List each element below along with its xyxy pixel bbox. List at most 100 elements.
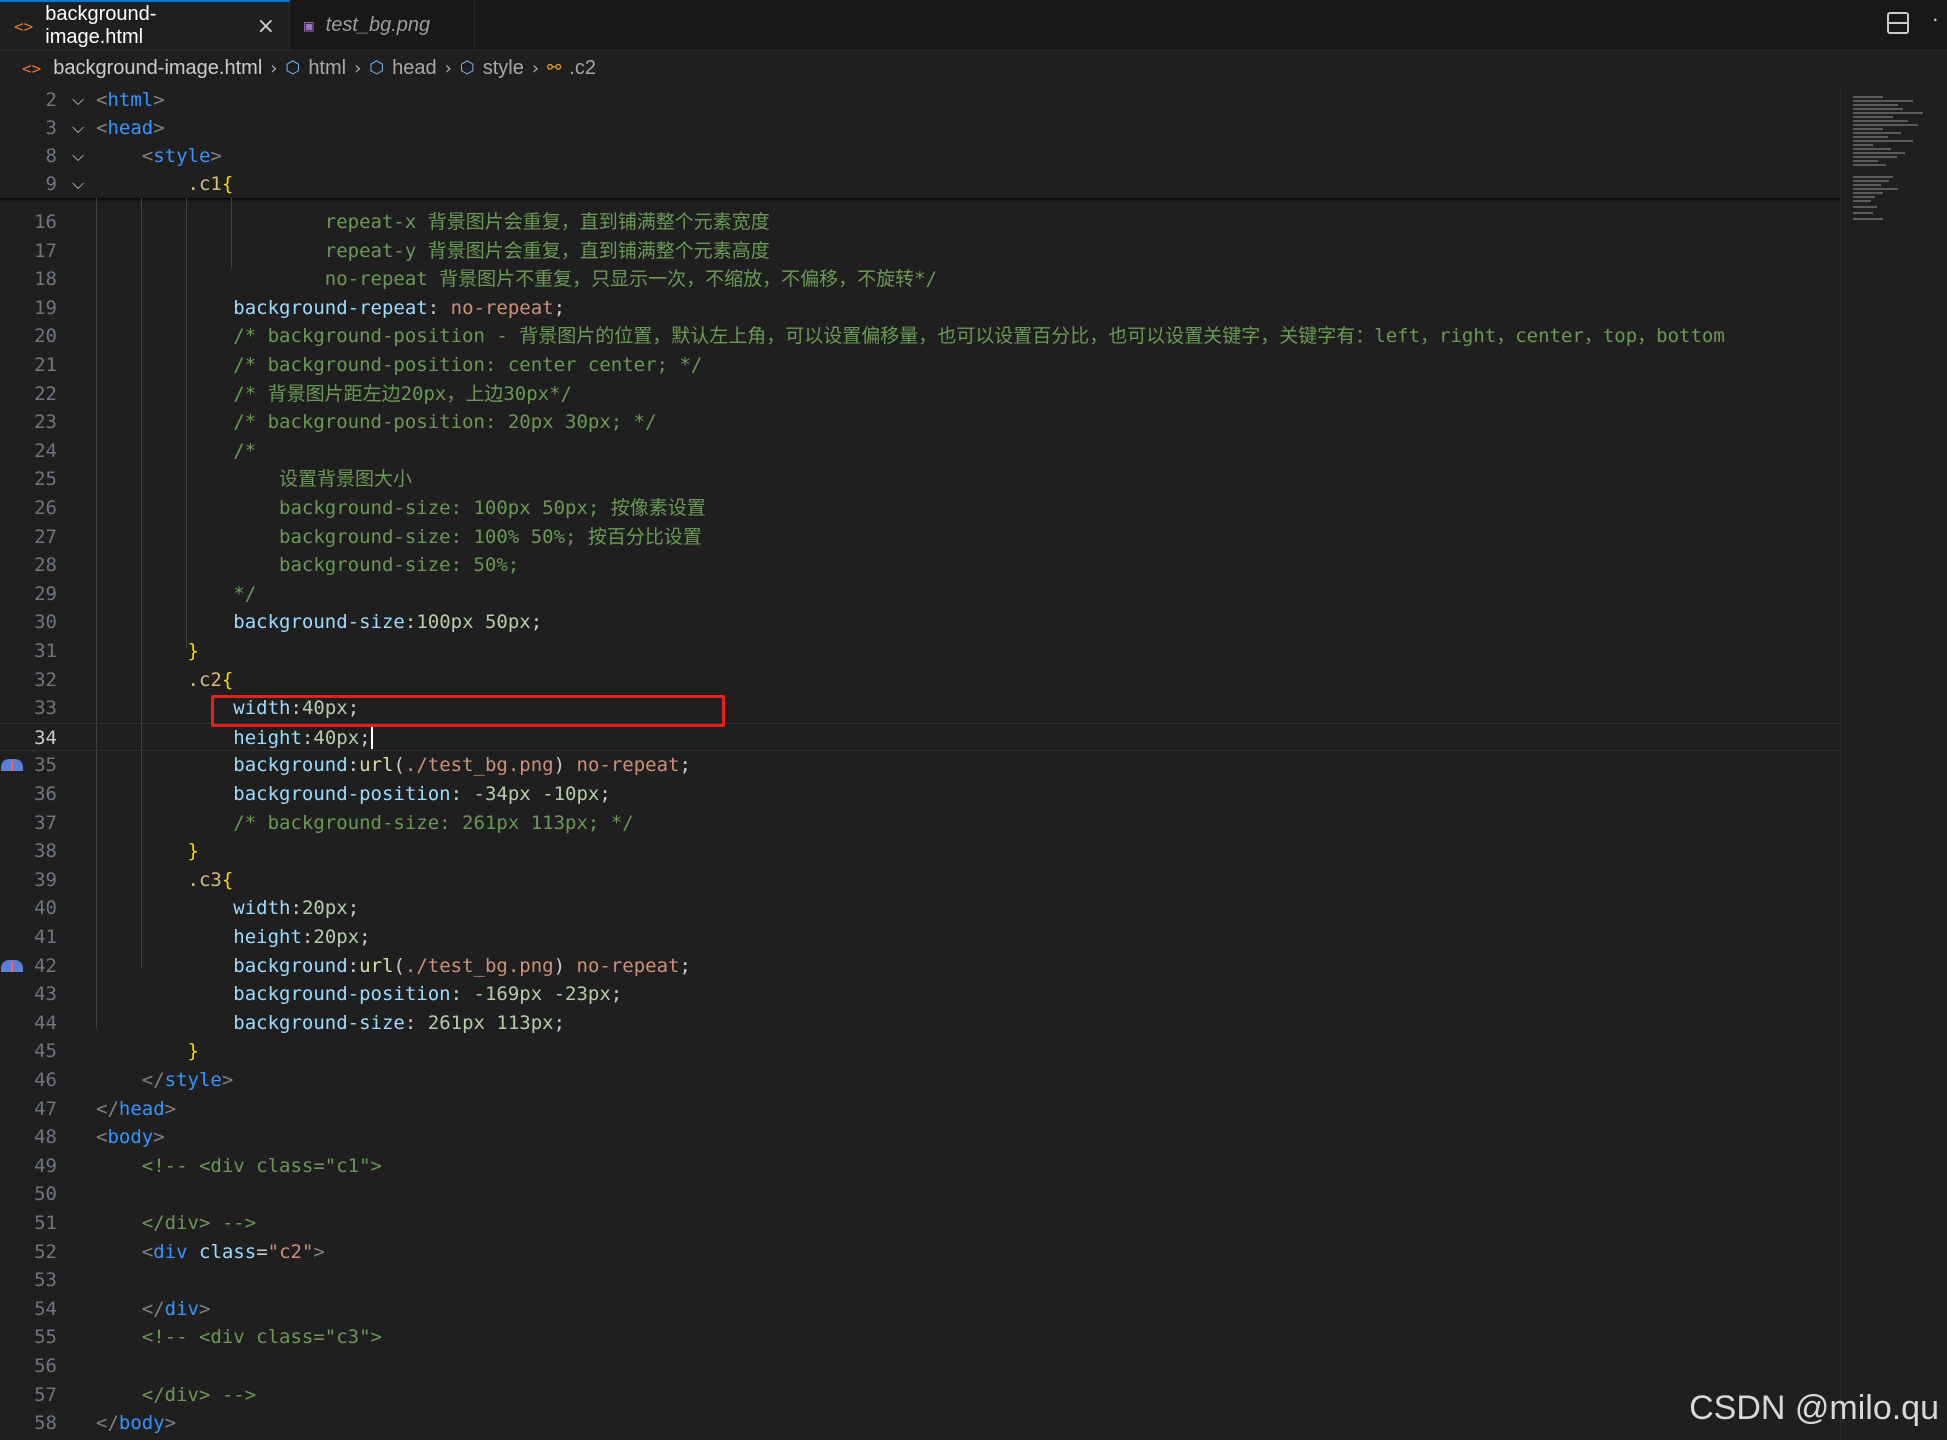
minimap[interactable] — [1840, 86, 1947, 1440]
code-line[interactable]: 3 ⌵ <head> — [0, 114, 1840, 142]
code-text: </body> — [96, 1409, 176, 1437]
code-line[interactable]: 37 /* background-size: 261px 113px; */ — [0, 809, 1840, 837]
code-line[interactable]: 36 background-position: -34px -10px; — [0, 780, 1840, 808]
breadcrumb-item-head[interactable]: ⬡ head — [369, 57, 436, 80]
chevron-down-icon[interactable]: ⌵ — [72, 114, 92, 142]
code-line[interactable]: 57 </div> --> — [0, 1381, 1840, 1409]
code-line[interactable]: 45 } — [0, 1037, 1840, 1065]
code-line[interactable]: 52 <div class="c2"> — [0, 1238, 1840, 1266]
tab-background-image-html[interactable]: <> background-image.html × — [0, 0, 290, 50]
line-number: 24 — [34, 439, 57, 462]
code-token: > — [164, 1412, 177, 1435]
breadcrumb-item-c2[interactable]: ⚯ .c2 — [547, 57, 596, 80]
code-line[interactable]: 8 ⌵ <style> — [0, 142, 1840, 170]
code-token: ) — [553, 754, 577, 777]
code-token: /* background-position: 20px 30px; */ — [233, 411, 657, 434]
chevron-down-icon[interactable]: ⌵ — [72, 142, 92, 170]
code-token: 20px — [301, 897, 348, 920]
code-line[interactable]: 47 </head> — [0, 1095, 1840, 1123]
code-line[interactable]: 21 /* background-position: center center… — [0, 351, 1840, 379]
code-line[interactable]: 26 background-size: 100px 50px; 按像素设置 — [0, 494, 1840, 522]
code-line[interactable]: 17 repeat-y 背景图片会重复，直到铺满整个元素高度 — [0, 237, 1840, 265]
code-line[interactable]: 43 background-position: -169px -23px; — [0, 980, 1840, 1008]
code-token: < — [141, 145, 154, 167]
code-line[interactable]: 30 background-size:100px 50px; — [0, 608, 1840, 636]
code-token: { — [221, 668, 234, 691]
split-editor-icon[interactable] — [1887, 12, 1909, 34]
code-line[interactable]: 23 /* background-position: 20px 30px; */ — [0, 408, 1840, 436]
tab-test-bg-png[interactable]: ▣ test_bg.png — [290, 0, 475, 50]
code-text: repeat-x 背景图片会重复，直到铺满整个元素宽度 — [96, 208, 770, 236]
code-line[interactable]: 56 — [0, 1352, 1840, 1380]
line-number: 17 — [34, 239, 57, 262]
code-line[interactable]: 31 } — [0, 637, 1840, 665]
code-line[interactable]: 24 /* — [0, 437, 1840, 465]
code-line[interactable]: 28 background-size: 50%; — [0, 551, 1840, 579]
sticky-scroll-header[interactable]: 2 ⌵ <html> 3 ⌵ <head> 8 ⌵ <style> 9 ⌵ .c1{ — [0, 86, 1840, 198]
code-token: ; — [553, 296, 566, 319]
image-preview-gutter-icon[interactable] — [1, 959, 23, 972]
minimap-line — [1853, 108, 1903, 110]
more-actions-icon[interactable]: · — [1932, 6, 1939, 32]
code-line[interactable]: 9 ⌵ .c1{ — [0, 170, 1840, 198]
chevron-right-icon: › — [531, 57, 540, 79]
code-line[interactable]: 35 background:url(./test_bg.png) no-repe… — [0, 751, 1840, 779]
chevron-down-icon[interactable]: ⌵ — [72, 86, 92, 114]
code-line[interactable]: 49 <!-- <div class="c1"> — [0, 1152, 1840, 1180]
code-line[interactable]: 38 } — [0, 837, 1840, 865]
code-line[interactable]: 55 <!-- <div class="c3"> — [0, 1323, 1840, 1351]
code-line[interactable]: 40 width:20px; — [0, 894, 1840, 922]
breadcrumb-item-style[interactable]: ⬡ style — [460, 57, 524, 80]
code-line[interactable]: 39 .c3{ — [0, 866, 1840, 894]
close-icon[interactable]: × — [257, 14, 275, 39]
breadcrumb-item-file[interactable]: <> background-image.html — [22, 57, 262, 80]
minimap-line — [1853, 132, 1901, 134]
code-token: repeat-x 背景图片会重复，直到铺满整个元素宽度 — [324, 211, 770, 233]
breadcrumb-item-html[interactable]: ⬡ html — [285, 57, 346, 80]
code-token: ; — [347, 897, 360, 920]
code-line[interactable]: 46 </style> — [0, 1066, 1840, 1094]
code-line[interactable]: 20 /* background-position - 背景图片的位置，默认左上… — [0, 322, 1840, 350]
code-line[interactable]: 18 no-repeat 背景图片不重复，只显示一次，不缩放，不偏移，不旋转*/ — [0, 265, 1840, 293]
line-number: 40 — [34, 897, 57, 920]
code-line[interactable]: 48 <body> — [0, 1123, 1840, 1151]
image-preview-gutter-icon[interactable] — [1, 759, 23, 772]
code-line[interactable]: 32 .c2{ — [0, 666, 1840, 694]
code-line[interactable]: 42 background:url(./test_bg.png) no-repe… — [0, 952, 1840, 980]
chevron-down-icon[interactable]: ⌵ — [72, 170, 92, 198]
code-line[interactable]: 54 </div> — [0, 1295, 1840, 1323]
code-line[interactable]: 58 </body> — [0, 1409, 1840, 1437]
code-editor[interactable]: 2 ⌵ <html> 3 ⌵ <head> 8 ⌵ <style> 9 ⌵ .c1{ 16 rep… — [0, 86, 1840, 1440]
cube-icon: ⬡ — [369, 58, 385, 78]
code-line[interactable]: 41 height:20px; — [0, 923, 1840, 951]
code-token: /* 背景图片距左边20px，上边30px*/ — [233, 382, 572, 405]
code-line[interactable]: 25 设置背景图大小 — [0, 465, 1840, 493]
code-line[interactable]: 16 repeat-x 背景图片会重复，直到铺满整个元素宽度 — [0, 208, 1840, 236]
code-line[interactable]: 29 */ — [0, 580, 1840, 608]
code-token: </ — [141, 1069, 165, 1091]
code-line[interactable]: 22 /* 背景图片距左边20px，上边30px*/ — [0, 380, 1840, 408]
code-token: < — [96, 117, 108, 139]
code-token: : — [450, 783, 474, 805]
code-line[interactable]: 44 background-size: 261px 113px; — [0, 1009, 1840, 1037]
code-line[interactable]: 53 — [0, 1266, 1840, 1294]
code-token: .c3 — [187, 868, 222, 891]
code-text: <div class="c2"> — [96, 1238, 325, 1266]
code-line[interactable]: 50 — [0, 1180, 1840, 1208]
code-token: /* background-size: 261px 113px; */ — [233, 811, 634, 834]
minimap-line — [1853, 156, 1897, 158]
code-text: <!-- <div class="c1"> — [96, 1152, 382, 1180]
code-line[interactable]: 19 background-repeat: no-repeat; — [0, 294, 1840, 322]
line-number: 20 — [34, 325, 57, 348]
code-line[interactable]: 2 ⌵ <html> — [0, 86, 1840, 114]
code-line[interactable]: 51 </div> --> — [0, 1209, 1840, 1237]
code-line[interactable]: 27 background-size: 100% 50%; 按百分比设置 — [0, 523, 1840, 551]
line-number: 33 — [34, 697, 57, 720]
